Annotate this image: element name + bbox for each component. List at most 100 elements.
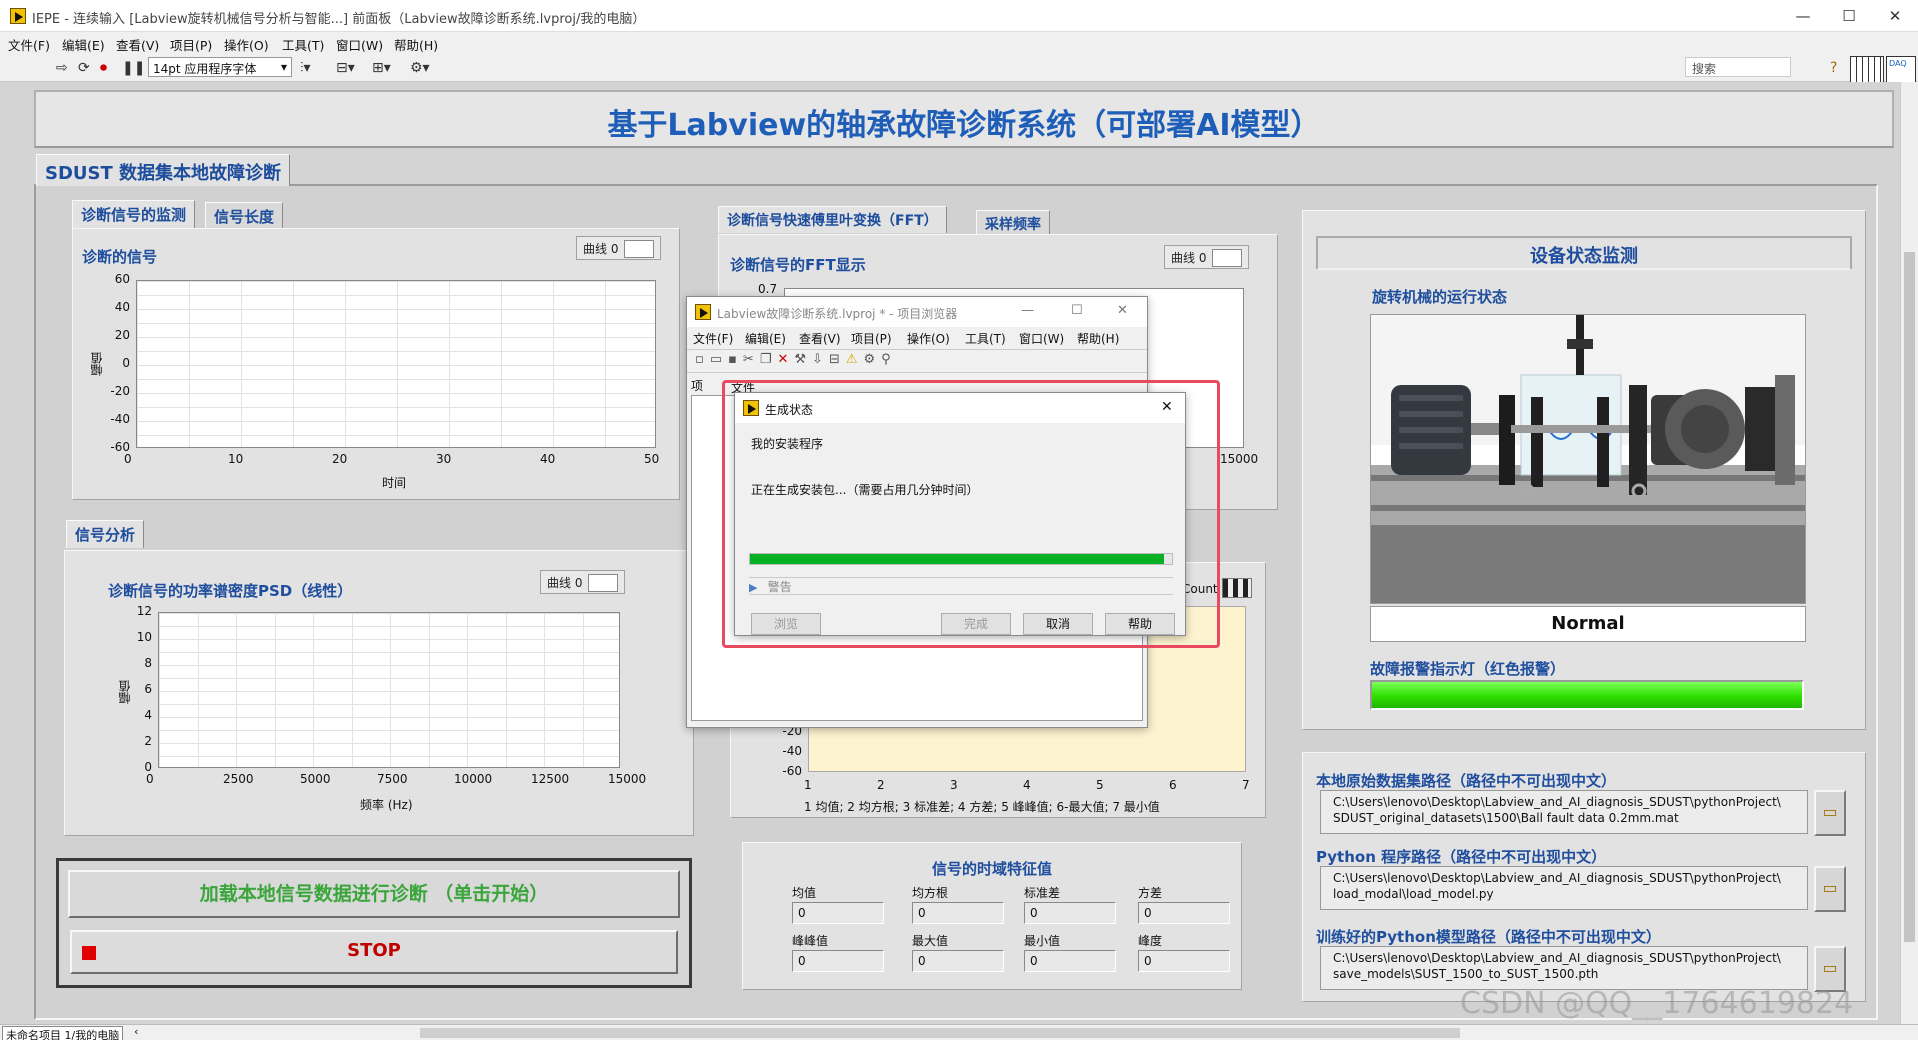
chevron-left-icon[interactable]: ‹: [134, 1025, 138, 1038]
close-button[interactable]: ✕: [1161, 399, 1173, 415]
save-icon[interactable]: ▪: [728, 352, 743, 367]
rotating-machine-image: [1371, 315, 1805, 603]
window-title: IEPE - 连续输入 [Labview旋转机械信号分析与智能...] 前面板（…: [32, 12, 646, 27]
deploy-icon[interactable]: ⇩: [812, 352, 829, 367]
signal-plot-area[interactable]: [136, 280, 656, 448]
search-input[interactable]: 搜索: [1685, 57, 1791, 77]
vertical-scrollbar[interactable]: [1900, 82, 1918, 1024]
abort-icon[interactable]: ⏺: [100, 60, 107, 76]
fft-xtick: 15000: [1220, 452, 1259, 466]
new-icon[interactable]: ▫: [695, 352, 710, 367]
run-continuously-icon[interactable]: ⟳: [78, 60, 90, 76]
menu-edit[interactable]: 编辑(E): [62, 35, 105, 54]
build-icon[interactable]: ⚒: [794, 352, 812, 367]
maximize-button[interactable]: ☐: [1071, 303, 1083, 318]
tab-signal-analysis[interactable]: 信号分析: [66, 520, 145, 548]
y-tick-label: 4: [144, 708, 152, 722]
scrollbar-thumb[interactable]: [1904, 252, 1915, 942]
menu-tools[interactable]: 工具(T): [282, 35, 324, 54]
help-icon[interactable]: ?: [1830, 60, 1837, 76]
menu-operate[interactable]: 操作(O): [224, 35, 269, 54]
grid-line: [501, 281, 502, 447]
cancel-button[interactable]: 取消: [1023, 613, 1093, 635]
grid-line: [189, 281, 190, 447]
feature-label: 峰峰值: [792, 934, 829, 948]
tab-signal-monitor[interactable]: 诊断信号的监测: [72, 200, 196, 228]
path-field[interactable]: C:\Users\lenovo\Desktop\Labview_and_AI_d…: [1320, 790, 1808, 834]
project-menu-item[interactable]: 操作(O): [907, 330, 950, 347]
fft-plot-legend[interactable]: 曲线 0: [1164, 245, 1250, 269]
reorder-icon[interactable]: ⚙▾: [410, 60, 430, 76]
menu-help[interactable]: 帮助(H): [394, 35, 438, 54]
psd-plot-area[interactable]: [158, 612, 620, 768]
build-dialog-title: 生成状态: [765, 403, 814, 417]
project-menu-item[interactable]: 工具(T): [965, 330, 1006, 347]
pause-icon[interactable]: ❚❚: [122, 60, 145, 76]
grid-line: [137, 421, 655, 422]
signal-ylabel: 幅值: [90, 352, 104, 376]
minimize-button[interactable]: —: [1780, 4, 1826, 28]
properties-icon[interactable]: ⚙: [864, 352, 882, 367]
tab-sdust-local[interactable]: SDUST 数据集本地故障诊断: [36, 154, 291, 186]
path-line: C:\Users\lenovo\Desktop\Labview_and_AI_d…: [1333, 951, 1781, 965]
y-tick-label: 2: [144, 734, 152, 748]
find-icon[interactable]: ⚲: [881, 352, 897, 367]
status-bar: 未命名项目 1/我的电脑 ‹: [0, 1024, 1918, 1040]
maximize-button[interactable]: ☐: [1826, 4, 1872, 28]
menu-file[interactable]: 文件(F): [8, 35, 50, 54]
x-tick-label: 4: [1023, 778, 1031, 792]
project-menu-item[interactable]: 项目(P): [851, 330, 892, 347]
path-field[interactable]: C:\Users\lenovo\Desktop\Labview_and_AI_d…: [1320, 946, 1808, 990]
x-tick-label: 3: [950, 778, 958, 792]
folder-icon[interactable]: ▭: [1814, 866, 1846, 912]
font-select[interactable]: 14pt 应用程序字体 ▾: [148, 57, 292, 77]
align-icon[interactable]: ⫶▾: [300, 60, 311, 76]
feature-value-field[interactable]: 0: [912, 902, 1004, 924]
chart-palette-icon[interactable]: [1222, 578, 1252, 598]
stop-button[interactable]: STOP: [70, 930, 678, 974]
feature-value-field[interactable]: 0: [1138, 950, 1230, 972]
warning-icon[interactable]: ⚠: [846, 352, 864, 367]
close-button[interactable]: ✕: [1117, 303, 1128, 318]
horizontal-scrollbar-thumb[interactable]: [420, 1028, 1460, 1038]
tab-sampling-rate[interactable]: 采样频率: [976, 210, 1050, 237]
feature-value-field[interactable]: 0: [912, 950, 1004, 972]
path-field[interactable]: C:\Users\lenovo\Desktop\Labview_and_AI_d…: [1320, 866, 1808, 910]
tab-signal-length[interactable]: 信号长度: [205, 202, 284, 230]
project-menu-item[interactable]: 查看(V): [799, 330, 841, 347]
build-message: 正在生成安装包...（需要占用几分钟时间）: [751, 483, 979, 497]
feature-value-field[interactable]: 0: [1138, 902, 1230, 924]
project-tab-items[interactable]: 项: [691, 377, 703, 394]
project-menu-item[interactable]: 窗口(W): [1019, 330, 1064, 347]
tab-fft[interactable]: 诊断信号快速傅里叶变换（FFT）: [718, 206, 947, 233]
grid-line: [137, 281, 655, 282]
help-button[interactable]: 帮助: [1105, 613, 1175, 635]
cut-icon[interactable]: ✂: [743, 352, 760, 367]
feature-value-field[interactable]: 0: [1024, 950, 1116, 972]
signal-plot-legend[interactable]: 曲线 0: [576, 236, 662, 260]
folder-icon[interactable]: ▭: [1814, 790, 1846, 836]
psd-plot-legend[interactable]: 曲线 0: [540, 570, 626, 594]
project-menu-item[interactable]: 编辑(E): [745, 330, 786, 347]
menu-project[interactable]: 项目(P): [170, 35, 212, 54]
view-icon[interactable]: ⊟: [829, 352, 846, 367]
load-signal-button[interactable]: 加载本地信号数据进行诊断 （单击开始）: [68, 870, 680, 918]
project-menu-item[interactable]: 帮助(H): [1077, 330, 1119, 347]
copy-icon[interactable]: ❐: [760, 352, 778, 367]
feature-value-field[interactable]: 0: [1024, 902, 1116, 924]
menu-view[interactable]: 查看(V): [116, 35, 159, 54]
browse-button[interactable]: 浏览: [751, 613, 821, 635]
distribute-icon[interactable]: ⊟▾: [336, 60, 355, 76]
minimize-button[interactable]: —: [1021, 303, 1034, 318]
close-button[interactable]: ✕: [1872, 4, 1918, 28]
feature-value-field[interactable]: 0: [792, 950, 884, 972]
open-icon[interactable]: ▭: [710, 352, 728, 367]
resize-icon[interactable]: ⊞▾: [372, 60, 391, 76]
done-button[interactable]: 完成: [941, 613, 1011, 635]
menu-window[interactable]: 窗口(W): [336, 35, 383, 54]
warning-expander[interactable]: ▶ 警告: [749, 577, 1173, 595]
run-arrow-icon[interactable]: ⇨: [56, 60, 68, 76]
feature-value-field[interactable]: 0: [792, 902, 884, 924]
project-menu-item[interactable]: 文件(F): [693, 330, 733, 347]
delete-icon[interactable]: ✕: [777, 352, 794, 367]
